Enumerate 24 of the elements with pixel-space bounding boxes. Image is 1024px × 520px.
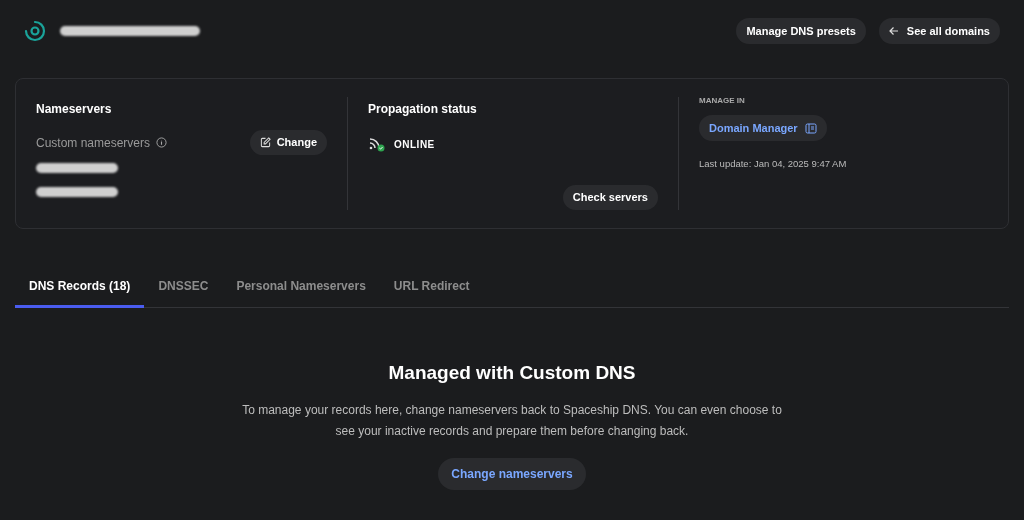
info-icon bbox=[156, 137, 168, 148]
tab[interactable]: URL Redirect bbox=[379, 273, 484, 308]
section-title: Propagation status bbox=[368, 101, 478, 118]
see-all-domains-button[interactable]: See all domains bbox=[878, 18, 1000, 44]
last-update: Last update: Jan 04, 2025 9:47 AM bbox=[699, 157, 847, 171]
panel-icon bbox=[804, 122, 817, 134]
edit-icon bbox=[259, 137, 271, 148]
domain-manager-link[interactable]: Domain Manager bbox=[699, 115, 827, 141]
tab[interactable]: Personal Nameservers bbox=[222, 273, 380, 308]
empty-state-text: To manage your records here, change nameservers back to Spaceship DNS. You can even choose to see your inactive records and prepare them before changing back. bbox=[242, 401, 782, 440]
tab[interactable]: DNS Records (18) bbox=[15, 273, 145, 308]
arrow-left-icon bbox=[888, 26, 899, 36]
section-title: Nameservers bbox=[36, 101, 113, 118]
online-status: ONLINE bbox=[394, 137, 435, 152]
manage-caption: MANAGE IN bbox=[699, 95, 746, 107]
empty-state-title: Managed with Custom DNS bbox=[388, 361, 636, 385]
tab[interactable]: DNSSEC bbox=[144, 273, 223, 308]
nameservers-label: Custom nameservers bbox=[36, 134, 151, 152]
online-status-icon bbox=[368, 136, 386, 152]
change-button[interactable]: Change bbox=[249, 130, 327, 155]
change-nameservers-button[interactable]: Change nameservers bbox=[438, 457, 586, 490]
manage-presets-button[interactable]: Manage DNS presets bbox=[736, 18, 866, 44]
logo-icon bbox=[24, 20, 46, 42]
check-servers-button[interactable]: Check servers bbox=[562, 185, 658, 210]
